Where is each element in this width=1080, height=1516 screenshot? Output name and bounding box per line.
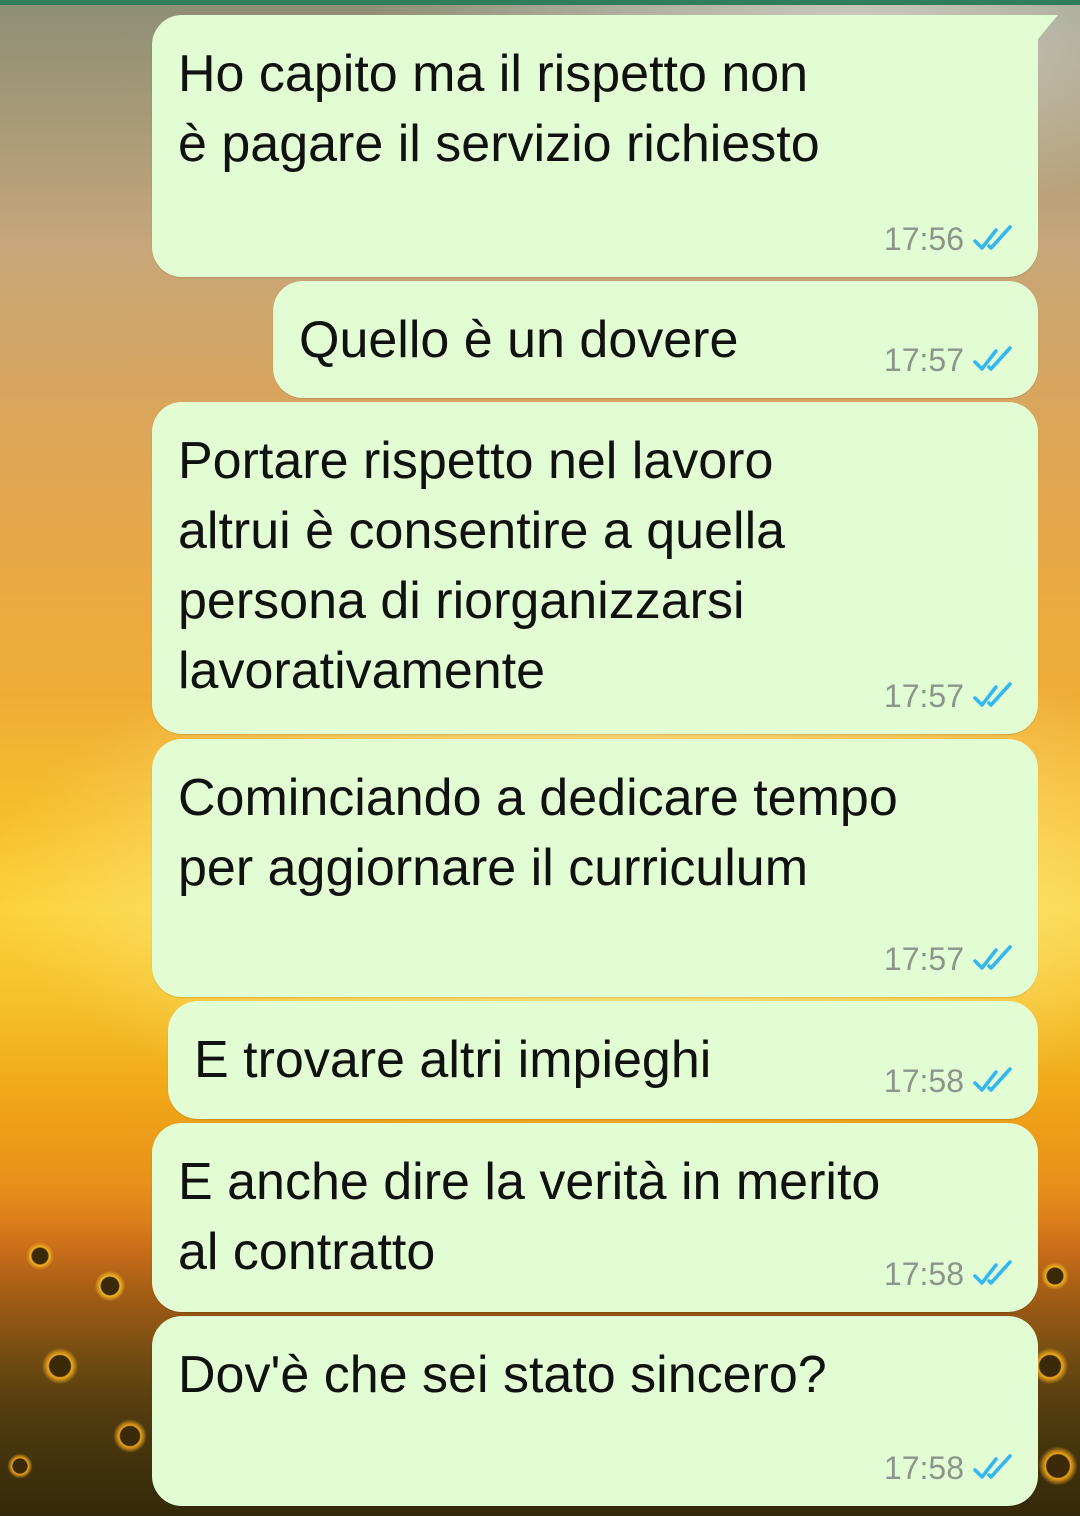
message-meta: 17:57 bbox=[884, 676, 1016, 716]
outgoing-message-bubble[interactable]: Cominciando a dedicare tempo per aggiorn… bbox=[152, 739, 1038, 997]
message-text: E trovare altri impieghi bbox=[194, 1031, 712, 1089]
bubble-tail bbox=[1018, 15, 1058, 39]
message-text: Ho capito ma il rispetto non è pagare il… bbox=[178, 45, 820, 173]
message-meta: 17:58 bbox=[884, 1061, 1016, 1101]
double-check-icon bbox=[973, 682, 1012, 707]
message-timestamp: 17:56 bbox=[883, 221, 964, 257]
message-meta: 17:56 bbox=[884, 219, 1016, 259]
outgoing-message-bubble[interactable]: Dov'è che sei stato sincero? 17:58 bbox=[152, 1316, 1038, 1506]
message-timestamp: 17:58 bbox=[883, 1063, 964, 1099]
message-meta: 17:58 bbox=[884, 1448, 1016, 1488]
message-timestamp: 17:57 bbox=[883, 678, 964, 714]
double-check-icon bbox=[973, 945, 1012, 970]
message-text: E anche dire la verità in merito al cont… bbox=[178, 1153, 881, 1281]
message-text: Quello è un dovere bbox=[299, 311, 739, 369]
message-text: Dov'è che sei stato sincero? bbox=[178, 1346, 827, 1404]
message-timestamp: 17:57 bbox=[883, 941, 964, 977]
double-check-icon bbox=[973, 1067, 1012, 1092]
outgoing-message-bubble[interactable]: Portare rispetto nel lavoro altrui è con… bbox=[152, 402, 1038, 734]
outgoing-message-bubble[interactable]: E trovare altri impieghi 17:58 bbox=[168, 1001, 1038, 1119]
outgoing-message-bubble[interactable]: Ho capito ma il rispetto non è pagare il… bbox=[152, 15, 1058, 277]
chat-message-list[interactable]: Ho capito ma il rispetto non è pagare il… bbox=[0, 0, 1080, 1516]
message-timestamp: 17:57 bbox=[883, 342, 964, 378]
double-check-icon bbox=[973, 1260, 1012, 1285]
outgoing-message-bubble[interactable]: Quello è un dovere 17:57 bbox=[273, 281, 1038, 398]
outgoing-message-bubble[interactable]: E anche dire la verità in merito al cont… bbox=[152, 1123, 1038, 1312]
message-timestamp: 17:58 bbox=[883, 1450, 964, 1486]
message-meta: 17:57 bbox=[884, 340, 1016, 380]
double-check-icon bbox=[973, 346, 1012, 371]
message-meta: 17:58 bbox=[884, 1254, 1016, 1294]
double-check-icon bbox=[973, 1454, 1012, 1479]
message-meta: 17:57 bbox=[884, 939, 1016, 979]
message-text: Cominciando a dedicare tempo per aggiorn… bbox=[178, 769, 898, 897]
message-text: Portare rispetto nel lavoro altrui è con… bbox=[178, 432, 786, 700]
message-timestamp: 17:58 bbox=[883, 1256, 964, 1292]
double-check-icon bbox=[973, 225, 1012, 250]
